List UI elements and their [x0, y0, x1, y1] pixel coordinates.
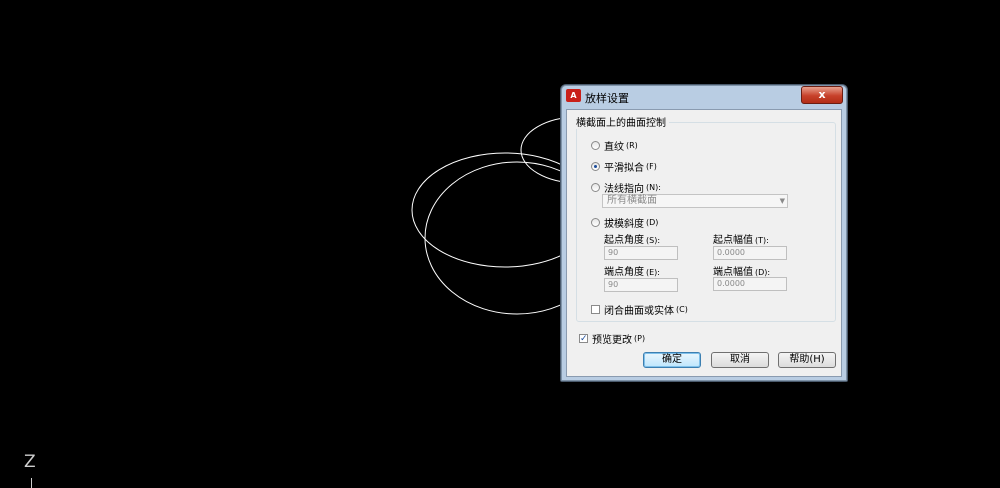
- loft-settings-dialog: A 放样设置 x 横截面上的曲面控制 直纹 (R) 平滑拟合 (F) 法线指向 …: [560, 84, 848, 382]
- surface-control-group-title: 横截面上的曲面控制: [573, 114, 669, 129]
- end-angle-label: 端点角度: [604, 267, 644, 278]
- ucs-axis-line: [31, 478, 32, 488]
- cancel-button[interactable]: 取消: [711, 352, 769, 368]
- close-surface-label: 闭合曲面或实体: [604, 306, 674, 317]
- start-magnitude-label-group: 起点幅值 (T):: [713, 231, 769, 246]
- normal-to-select[interactable]: 所有横截面 ▼: [602, 194, 788, 208]
- end-magnitude-input[interactable]: 0.0000: [713, 277, 787, 291]
- dialog-titlebar[interactable]: A 放样设置 x: [561, 85, 847, 107]
- radio-smooth-fit-accel: (F): [646, 162, 657, 171]
- chevron-down-icon[interactable]: ▼: [780, 195, 785, 207]
- radio-smooth-fit-circle[interactable]: [591, 162, 600, 171]
- radio-smooth-fit[interactable]: 平滑拟合 (F): [591, 159, 657, 174]
- start-angle-label: 起点角度: [604, 235, 644, 246]
- start-angle-label-group: 起点角度 (S):: [604, 231, 660, 246]
- close-surface-checkbox[interactable]: [591, 305, 600, 314]
- end-angle-accel: (E):: [646, 268, 660, 277]
- close-button[interactable]: x: [801, 86, 843, 104]
- radio-ruled-circle[interactable]: [591, 141, 600, 150]
- start-magnitude-label: 起点幅值: [713, 235, 753, 246]
- end-magnitude-label-group: 端点幅值 (D):: [713, 263, 770, 278]
- start-magnitude-input[interactable]: 0.0000: [713, 246, 787, 260]
- start-angle-accel: (S):: [646, 236, 661, 245]
- radio-ruled[interactable]: 直纹 (R): [591, 138, 638, 153]
- radio-draft-angles-accel: (D): [646, 218, 659, 227]
- radio-normal-to-circle[interactable]: [591, 183, 600, 192]
- radio-normal-to-label: 法线指向: [604, 184, 644, 195]
- start-angle-input[interactable]: 90: [604, 246, 678, 260]
- radio-draft-angles-circle[interactable]: [591, 218, 600, 227]
- start-magnitude-accel: (T):: [755, 236, 769, 245]
- radio-ruled-label: 直纹: [604, 142, 624, 153]
- end-angle-label-group: 端点角度 (E):: [604, 263, 660, 278]
- close-surface-checkbox-row[interactable]: 闭合曲面或实体 (C): [591, 302, 688, 317]
- autocad-app-icon: A: [566, 89, 581, 102]
- preview-accel: (P): [634, 334, 646, 343]
- preview-checkbox-row[interactable]: ✓ 预览更改 (P): [579, 331, 645, 346]
- close-surface-accel: (C): [676, 305, 688, 314]
- end-magnitude-accel: (D):: [755, 268, 771, 277]
- preview-label: 预览更改: [592, 335, 632, 346]
- radio-draft-angles-label: 拔模斜度: [604, 219, 644, 230]
- preview-checkbox[interactable]: ✓: [579, 334, 588, 344]
- ok-button[interactable]: 确定: [643, 352, 701, 368]
- radio-smooth-fit-label: 平滑拟合: [604, 163, 644, 174]
- normal-to-select-value: 所有横截面: [607, 195, 657, 206]
- ucs-z-axis-label: Z: [24, 452, 36, 472]
- dialog-body: 横截面上的曲面控制 直纹 (R) 平滑拟合 (F) 法线指向 (N): 所有横截…: [566, 109, 842, 377]
- help-button[interactable]: 帮助(H): [778, 352, 836, 368]
- radio-ruled-accel: (R): [626, 141, 638, 150]
- end-angle-input[interactable]: 90: [604, 278, 678, 292]
- radio-normal-to-accel: (N):: [646, 183, 661, 192]
- dialog-title: 放样设置: [585, 92, 629, 105]
- radio-normal-to[interactable]: 法线指向 (N):: [591, 180, 661, 195]
- radio-draft-angles[interactable]: 拔模斜度 (D): [591, 215, 658, 230]
- drawing-canvas[interactable]: [0, 0, 1000, 488]
